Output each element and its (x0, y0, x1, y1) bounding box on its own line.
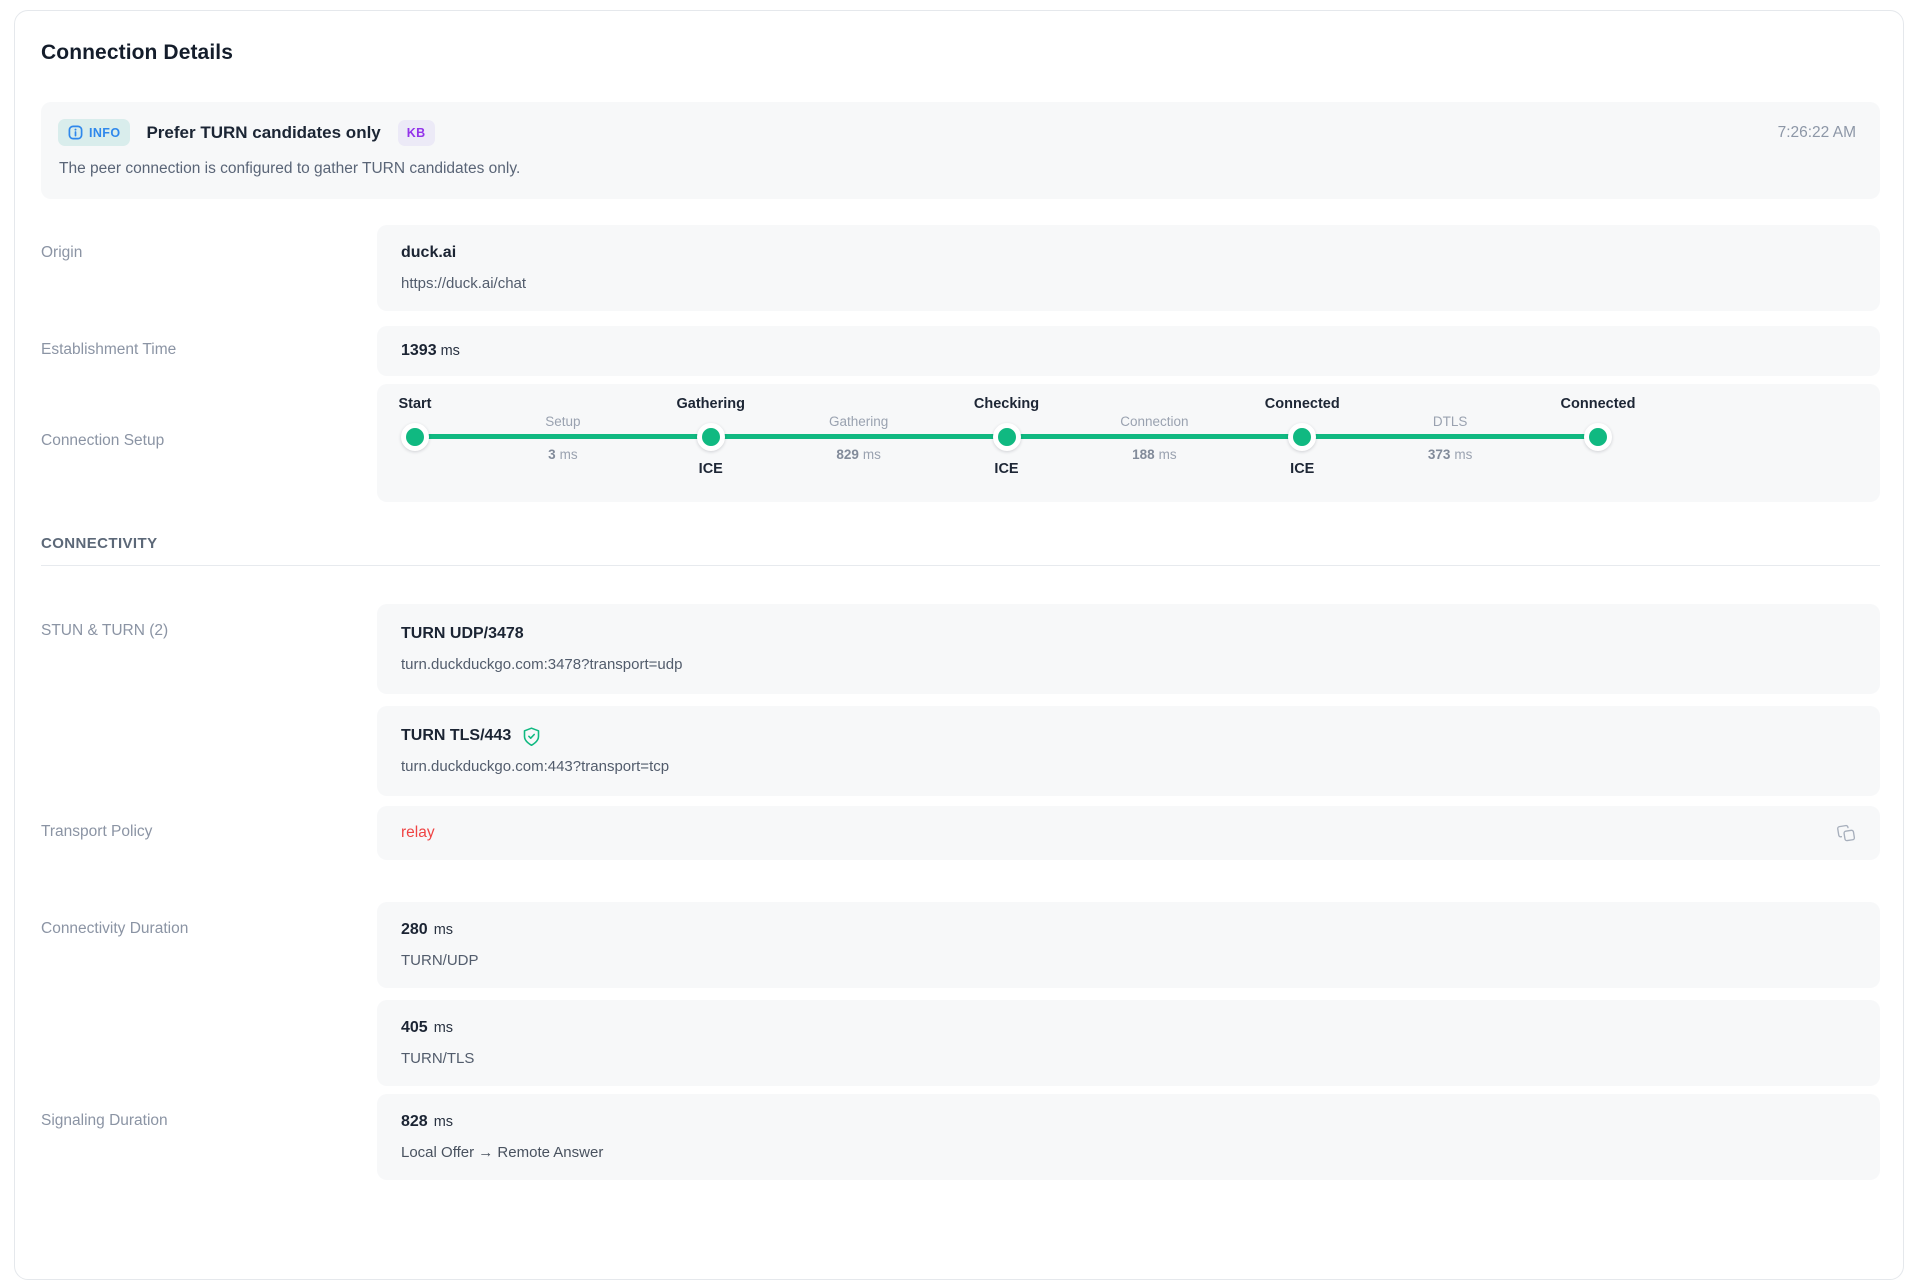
connection-setup-row: Connection Setup Start Setup 3ms G (41, 384, 1880, 502)
connection-setup-card: Start Setup 3ms Gathering ICE (377, 384, 1880, 502)
establishment-time-value: 1393 (401, 340, 437, 362)
stage-dot-icon (697, 423, 725, 451)
signaling-duration-label: Signaling Duration (41, 1094, 377, 1130)
establishment-time-row: Establishment Time 1393 ms (41, 326, 1880, 376)
timeline-segment-gathering: Gathering 829ms (725, 391, 993, 495)
timeline-stage-connected-ice: Connected ICE (1288, 391, 1316, 495)
timeline-connector (1300, 434, 1600, 439)
duration-transport: TURN/UDP (401, 950, 1856, 971)
signaling-duration-row: Signaling Duration 828 ms Local Offer → … (41, 1094, 1880, 1180)
timeline-stage-gathering: Gathering ICE (697, 391, 725, 495)
turn-server-card: TURN TLS/443 turn.duckduckgo.com:443?tra… (377, 706, 1880, 796)
timeline-segment-setup: Setup 3ms (429, 391, 697, 495)
stage-dot-icon (993, 423, 1021, 451)
origin-url: https://duck.ai/chat (401, 273, 1856, 294)
timeline-connector (1005, 434, 1305, 439)
establishment-time-label: Establishment Time (41, 326, 377, 359)
stage-dot-icon (1584, 423, 1612, 451)
connection-details-panel: Connection Details INFO Prefer TURN cand… (14, 10, 1904, 1280)
info-level-badge: INFO (58, 119, 130, 146)
log-entry-card: INFO Prefer TURN candidates only KB 7:26… (41, 102, 1880, 199)
connectivity-duration-label: Connectivity Duration (41, 902, 377, 938)
establishment-time-unit: ms (441, 340, 460, 362)
timeline-stage-connected-dtls: Connected (1584, 391, 1612, 495)
timeline-connector (709, 434, 1009, 439)
turn-server-url: turn.duckduckgo.com:443?transport=tcp (401, 756, 1856, 777)
timeline-stage-start: Start (401, 391, 429, 495)
kb-badge[interactable]: KB (398, 120, 435, 146)
info-level-label: INFO (89, 126, 120, 140)
event-description: The peer connection is configured to gat… (59, 160, 1858, 178)
origin-label: Origin (41, 225, 377, 262)
section-divider (41, 565, 1880, 566)
timeline-connector (413, 434, 713, 439)
connectivity-duration-row: Connectivity Duration 280 ms TURN/UDP 40… (41, 902, 1880, 1086)
duration-card: 280 ms TURN/UDP (377, 902, 1880, 988)
stage-dot-icon (1288, 423, 1316, 451)
origin-row: Origin duck.ai https://duck.ai/chat (41, 225, 1880, 311)
connection-setup-label: Connection Setup (41, 384, 377, 450)
timeline-stage-checking: Checking ICE (993, 391, 1021, 495)
event-timestamp: 7:26:22 AM (1778, 124, 1858, 142)
signaling-duration-card: 828 ms Local Offer → Remote Answer (377, 1094, 1880, 1180)
establishment-time-card: 1393 ms (377, 326, 1880, 376)
timeline-segment-dtls: DTLS 373ms (1316, 391, 1584, 495)
connection-timeline: Start Setup 3ms Gathering ICE (401, 391, 1856, 495)
turn-server-card: TURN UDP/3478 turn.duckduckgo.com:3478?t… (377, 604, 1880, 694)
duration-card: 405 ms TURN/TLS (377, 1000, 1880, 1086)
timeline-segment-connection: Connection 188ms (1021, 391, 1289, 495)
turn-server-name: TURN UDP/3478 (401, 623, 1856, 645)
origin-card: duck.ai https://duck.ai/chat (377, 225, 1880, 311)
origin-host: duck.ai (401, 242, 1856, 264)
stage-dot-icon (401, 423, 429, 451)
duration-transport: TURN/TLS (401, 1048, 1856, 1069)
copy-icon[interactable] (1836, 822, 1858, 844)
transport-policy-card: relay (377, 806, 1880, 860)
signaling-path: Local Offer → Remote Answer (401, 1142, 1856, 1163)
shield-check-icon (521, 726, 542, 747)
transport-policy-value: relay (401, 822, 435, 844)
connectivity-section-title: CONNECTIVITY (41, 535, 1880, 552)
event-title: Prefer TURN candidates only (146, 123, 380, 143)
stun-turn-row: STUN & TURN (2) TURN UDP/3478 turn.duckd… (41, 604, 1880, 796)
transport-policy-label: Transport Policy (41, 806, 377, 841)
stun-turn-label: STUN & TURN (2) (41, 604, 377, 640)
log-entry-header: INFO Prefer TURN candidates only KB 7:26… (58, 119, 1858, 146)
page-title: Connection Details (41, 41, 1880, 65)
info-square-icon (68, 125, 83, 140)
transport-policy-row: Transport Policy relay (41, 806, 1880, 860)
turn-server-url: turn.duckduckgo.com:3478?transport=udp (401, 654, 1856, 675)
turn-server-name: TURN TLS/443 (401, 725, 1856, 747)
